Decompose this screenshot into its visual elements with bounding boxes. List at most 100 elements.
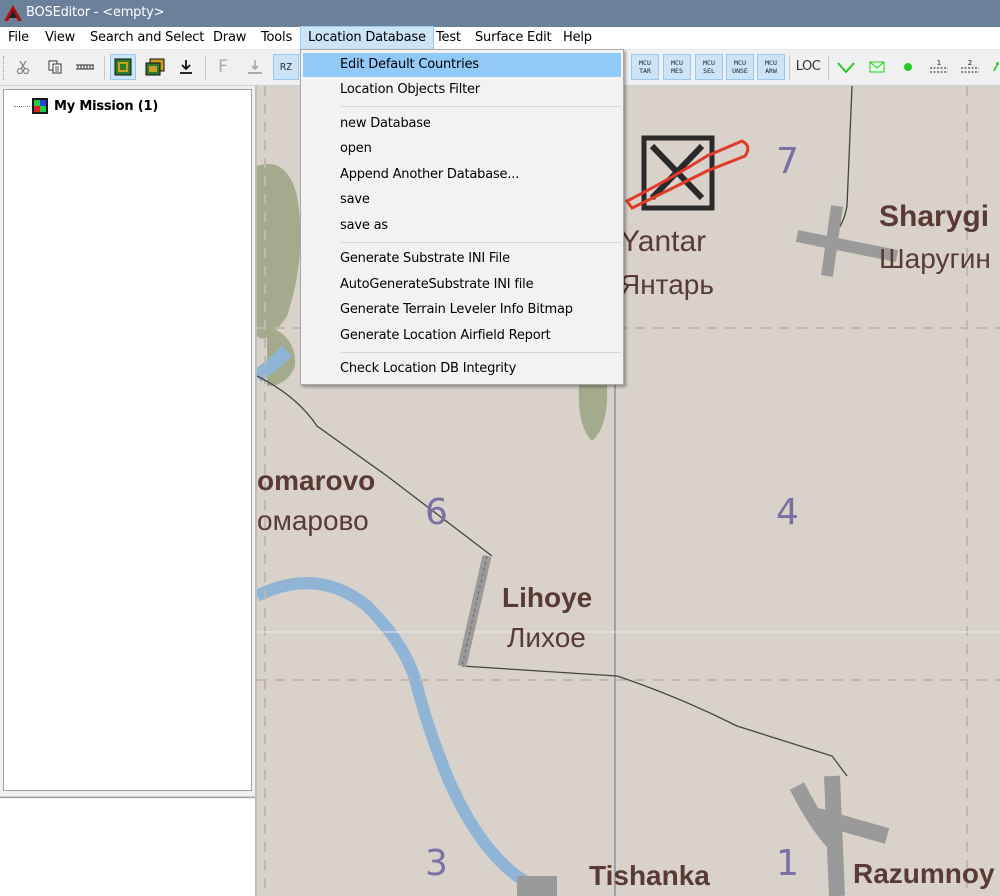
- menu-new-database[interactable]: new Database: [303, 112, 621, 136]
- menu-append-another-database[interactable]: Append Another Database...: [303, 163, 621, 187]
- message-button[interactable]: [864, 54, 890, 80]
- menu-separator: [341, 242, 621, 243]
- toolbar-separator: [205, 56, 206, 80]
- location-database-menu: Edit Default Countries Location Objects …: [300, 49, 624, 385]
- mcu-line1: MCU: [703, 59, 715, 67]
- mcu-line2: UNSE: [732, 67, 748, 75]
- properties-pane[interactable]: [0, 799, 256, 896]
- map-label-komarovo: omarovo: [257, 465, 375, 496]
- mcu-line1: MCU: [671, 59, 683, 67]
- menu-autogenerate-substrate-ini[interactable]: AutoGenerateSubstrate INI file: [303, 273, 621, 297]
- f-label: F: [218, 57, 228, 77]
- green-envelope-icon: [869, 61, 885, 73]
- toolbar-separator: [789, 56, 790, 80]
- import-button[interactable]: [173, 54, 199, 80]
- map-label-sharygin-ru: Шаругин: [879, 243, 991, 274]
- menu-open[interactable]: open: [303, 137, 621, 161]
- map-label-razumnoye: Razumnoy: [853, 858, 995, 889]
- map-label-yantar: Yantar: [620, 225, 706, 258]
- cut-button[interactable]: [10, 54, 36, 80]
- menu-bar: File View Search and Select Draw Tools L…: [0, 26, 1000, 50]
- map-label-komarovo-ru: омарово: [257, 505, 369, 536]
- loc-button[interactable]: LOC: [793, 54, 823, 80]
- mcu-select-button[interactable]: MCU SEL: [695, 54, 723, 80]
- mcu-line1: MCU: [765, 59, 777, 67]
- layers-button[interactable]: [142, 54, 168, 80]
- mcu-line2: SEL: [703, 67, 715, 75]
- airfield-tishanka: [517, 876, 557, 896]
- check-button[interactable]: [833, 54, 859, 80]
- mcu-line1: MCU: [734, 59, 746, 67]
- grid-number-6: 6: [425, 492, 448, 533]
- menu-check-db-integrity[interactable]: Check Location DB Integrity: [303, 357, 621, 381]
- scissors-icon: [16, 60, 30, 75]
- toolbar-separator: [828, 56, 829, 80]
- menu-tools[interactable]: Tools: [254, 27, 299, 49]
- mcu-message-button[interactable]: MCU MES: [663, 54, 691, 80]
- mcu-line1: MCU: [639, 59, 651, 67]
- ground-button[interactable]: [242, 54, 268, 80]
- mcu-unselect-button[interactable]: MCU UNSE: [726, 54, 754, 80]
- menu-file[interactable]: File: [1, 27, 36, 49]
- tree-node-label: My Mission (1): [54, 98, 159, 114]
- ruler-icon: [76, 64, 94, 70]
- pane-splitter[interactable]: [0, 797, 256, 798]
- copy-icon: [48, 60, 62, 74]
- mcu-arrow-button[interactable]: MCU ARW: [757, 54, 785, 80]
- mission-icon: [32, 98, 48, 114]
- menu-edit-default-countries[interactable]: Edit Default Countries: [303, 53, 621, 77]
- mcu-line2: MES: [671, 67, 683, 75]
- ground-arrow-icon: [248, 60, 262, 74]
- menu-search-and-select[interactable]: Search and Select: [83, 27, 211, 49]
- rz-button[interactable]: RZ: [273, 54, 299, 80]
- ruler-button[interactable]: [72, 54, 98, 80]
- more-tools-button[interactable]: [988, 54, 1000, 80]
- menu-generate-terrain-leveler-bitmap[interactable]: Generate Terrain Leveler Info Bitmap: [303, 298, 621, 322]
- green-check-icon: [837, 62, 855, 74]
- tree-connector: [14, 105, 30, 107]
- menu-separator: [341, 106, 621, 107]
- tree-node-my-mission[interactable]: My Mission (1): [14, 98, 158, 114]
- copy-button[interactable]: [42, 54, 68, 80]
- toolbar-grip[interactable]: [3, 56, 6, 80]
- menu-separator: [341, 352, 621, 353]
- f-button[interactable]: F: [210, 54, 236, 80]
- mission-tree[interactable]: My Mission (1): [3, 89, 252, 791]
- menu-location-objects-filter[interactable]: Location Objects Filter: [303, 78, 621, 102]
- layer-1-number: 1: [937, 59, 941, 67]
- window-title: BOSEditor - <empty>: [26, 5, 165, 20]
- layer-1-icon: 1: [930, 59, 948, 73]
- menu-generate-airfield-report[interactable]: Generate Location Airfield Report: [303, 324, 621, 348]
- green-arrow-icon: [993, 62, 999, 72]
- grid-number-7: 7: [776, 141, 799, 182]
- menu-generate-substrate-ini[interactable]: Generate Substrate INI File: [303, 247, 621, 271]
- point-button[interactable]: [895, 54, 921, 80]
- mcu-line2: TAR: [639, 67, 651, 75]
- menu-draw[interactable]: Draw: [206, 27, 253, 49]
- map-view-button[interactable]: [110, 54, 136, 80]
- layer-2-icon: 2: [961, 59, 979, 73]
- mcu-target-button[interactable]: MCU TAR: [631, 54, 659, 80]
- menu-save-as[interactable]: save as: [303, 214, 621, 238]
- app-logo-icon: [4, 5, 22, 21]
- menu-help[interactable]: Help: [556, 27, 599, 49]
- grid-number-3: 3: [425, 843, 448, 884]
- title-bar: BOSEditor - <empty>: [0, 0, 1000, 27]
- grid-number-1: 1: [776, 843, 799, 884]
- grid-number-4: 4: [776, 492, 799, 533]
- menu-location-database[interactable]: Location Database: [300, 26, 434, 50]
- download-arrow-icon: [180, 60, 192, 74]
- mission-tree-pane: My Mission (1): [0, 86, 256, 896]
- map-label-yantar-ru: Янтарь: [620, 269, 714, 300]
- layer-2-button[interactable]: 2: [957, 54, 983, 80]
- menu-surface-edit[interactable]: Surface Edit: [468, 27, 558, 49]
- rz-label: RZ: [279, 61, 293, 73]
- map-label-lihoye-ru: Лихое: [507, 622, 586, 653]
- menu-save[interactable]: save: [303, 188, 621, 212]
- menu-view[interactable]: View: [38, 27, 82, 49]
- green-dot-icon: [904, 63, 912, 71]
- map-label-lihoye: Lihoye: [502, 582, 592, 613]
- menu-test[interactable]: Test: [429, 27, 468, 49]
- layers-icon: [145, 58, 165, 76]
- layer-1-button[interactable]: 1: [926, 54, 952, 80]
